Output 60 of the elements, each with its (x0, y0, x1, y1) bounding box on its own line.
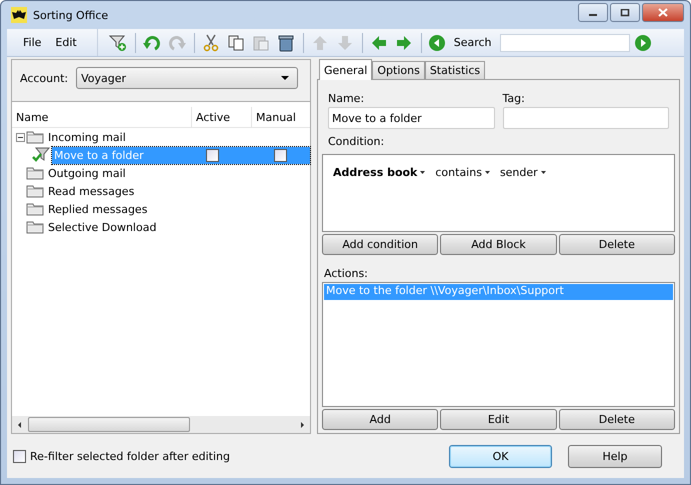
dialog-button[interactable]: Help (568, 444, 662, 468)
maximize-icon (620, 8, 630, 16)
tab[interactable]: General (319, 59, 372, 80)
menu-item[interactable]: Edit (49, 34, 83, 52)
go-icon[interactable] (634, 34, 652, 52)
tag-label: Tag: (502, 92, 526, 105)
caret-icon[interactable] (484, 171, 490, 174)
caret-icon[interactable] (420, 171, 426, 174)
column-header[interactable]: Manual (252, 107, 310, 127)
account-dropdown[interactable]: Voyager (76, 67, 298, 89)
close-button[interactable] (642, 3, 684, 22)
tree-item[interactable]: Incoming mail (46, 128, 310, 146)
back-icon[interactable] (428, 34, 446, 52)
caret-icon[interactable] (540, 171, 546, 174)
column-header[interactable]: Active (192, 107, 252, 127)
search-label: Search (454, 36, 492, 50)
scroll-left-icon[interactable] (16, 420, 24, 428)
account-label: Account: (20, 72, 68, 84)
action-button[interactable]: Add (322, 409, 438, 430)
actions-label: Actions: (323, 266, 369, 282)
close-icon (658, 8, 668, 17)
tab[interactable]: Options (372, 61, 425, 79)
folder-icon (26, 184, 44, 198)
window-title: Sorting Office (33, 8, 108, 22)
minimize-button[interactable] (578, 3, 608, 22)
folder-icon (26, 220, 44, 234)
condition-dropdown[interactable]: Address book (333, 166, 418, 179)
folder-icon (26, 202, 44, 216)
action-button[interactable]: Delete (558, 409, 675, 430)
tree-item[interactable]: Read messages (46, 182, 310, 200)
condition-button[interactable]: Add condition (322, 234, 438, 255)
tree-item[interactable]: Selective Download (46, 218, 310, 236)
column-header[interactable]: Name (12, 107, 192, 127)
condition-dropdown[interactable]: sender (500, 166, 538, 179)
manual-checkbox[interactable] (274, 148, 286, 162)
tree-item[interactable]: Replied messages (46, 200, 310, 218)
condition-dropdown[interactable]: contains (435, 166, 482, 179)
horizontal-scrollbar[interactable] (12, 416, 310, 433)
condition-button[interactable]: Delete (558, 234, 675, 255)
name-field[interactable]: Move to a folder (328, 107, 494, 129)
filter-check-icon (32, 147, 50, 163)
maximize-button[interactable] (610, 3, 640, 22)
refilter-label: Re-filter selected folder after editing (30, 450, 230, 462)
tag-field[interactable] (502, 107, 669, 129)
collapse-icon[interactable] (16, 132, 25, 142)
action-button[interactable]: Edit (440, 409, 557, 430)
menu-item[interactable]: File (17, 34, 48, 52)
active-checkbox[interactable] (206, 148, 218, 162)
folder-icon (26, 166, 44, 180)
tree-item[interactable]: Outgoing mail (46, 164, 310, 182)
dialog-button[interactable]: OK (449, 444, 552, 468)
refilter-checkbox[interactable] (13, 450, 26, 462)
tab[interactable]: Statistics (424, 61, 486, 79)
condition-button[interactable]: Add Block (440, 234, 557, 255)
folder-icon (26, 130, 44, 144)
name-label: Name: (328, 92, 366, 105)
condition-label: Condition: (327, 134, 386, 150)
scroll-right-icon[interactable] (298, 420, 306, 428)
search-field[interactable] (500, 34, 630, 52)
dropdown-caret-icon (281, 76, 289, 80)
